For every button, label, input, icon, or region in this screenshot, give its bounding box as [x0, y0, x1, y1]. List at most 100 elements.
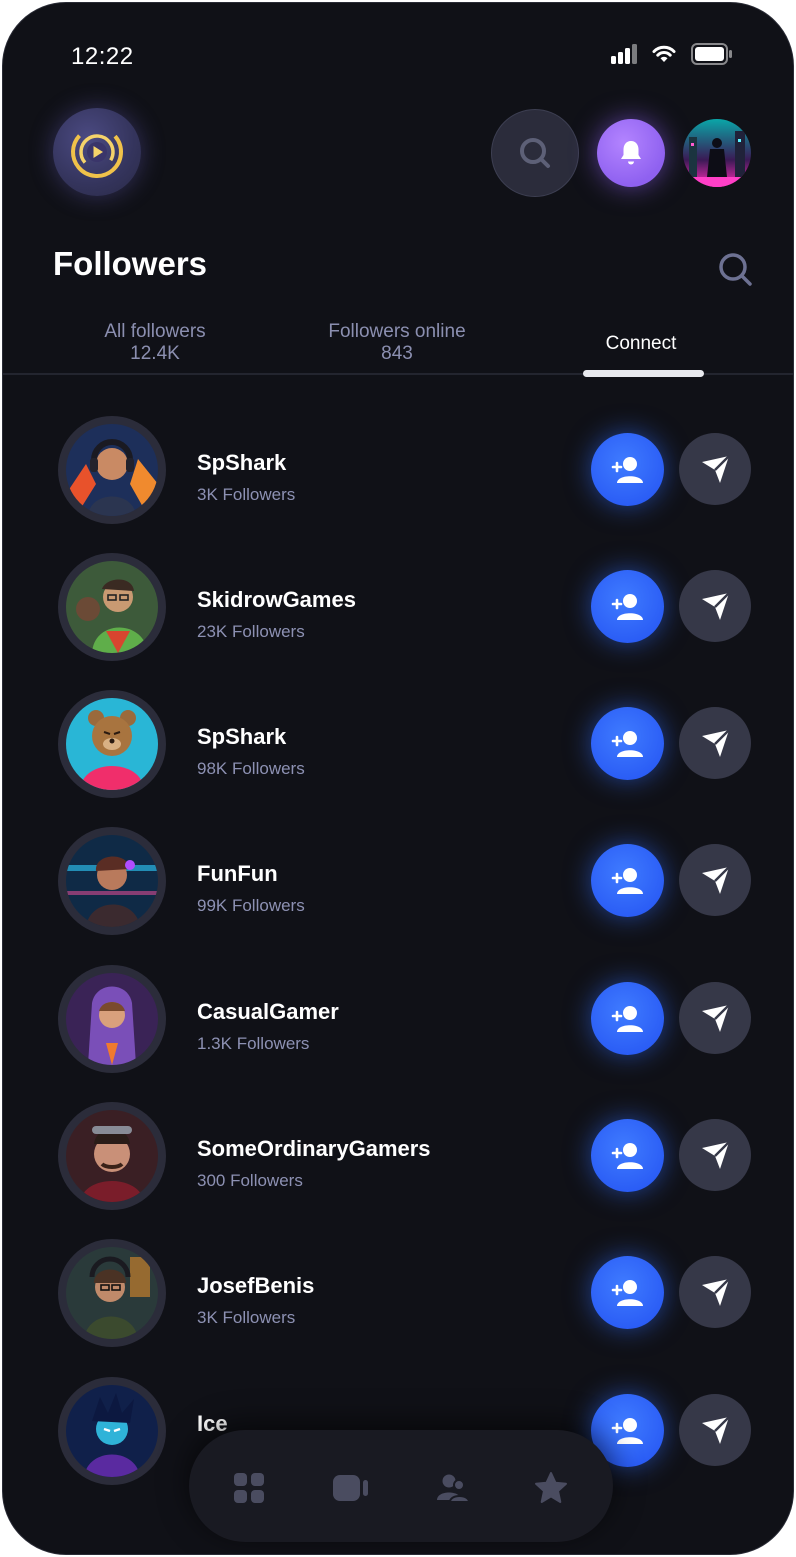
- user-followers: 1.3K Followers: [197, 1034, 310, 1053]
- bell-icon: [621, 141, 641, 165]
- header-search-button[interactable]: [491, 109, 579, 197]
- user-name: SomeOrdinaryGamers: [197, 1136, 431, 1161]
- send-message-button[interactable]: [679, 433, 751, 505]
- search-icon: [719, 253, 752, 286]
- active-tab-indicator: [583, 370, 704, 377]
- send-icon: [702, 1004, 730, 1032]
- tab-all-followers[interactable]: All followers 12.4K: [75, 321, 235, 365]
- add-user-icon: [611, 730, 643, 757]
- profile-avatar[interactable]: [683, 119, 751, 187]
- avatar-image: [66, 698, 158, 790]
- play-logo-icon: [71, 126, 123, 178]
- list-item: SpShark 98K Followers: [3, 690, 793, 800]
- list-item: CasualGamer 1.3K Followers: [3, 965, 793, 1075]
- avatar-image: [66, 973, 158, 1065]
- add-friend-button[interactable]: [591, 1119, 664, 1192]
- send-icon: [702, 1141, 730, 1169]
- user-followers: 99K Followers: [197, 896, 305, 915]
- user-name: SkidrowGames: [197, 587, 356, 612]
- status-time: 12:22: [71, 43, 134, 70]
- user-followers: 98K Followers: [197, 759, 305, 778]
- tab-count: 843: [381, 343, 413, 364]
- tab-label: All followers: [104, 321, 206, 342]
- avatar-image: [66, 1247, 158, 1339]
- add-user-icon: [611, 867, 643, 894]
- avatar[interactable]: [58, 1239, 166, 1347]
- user-followers: 300 Followers: [197, 1171, 303, 1190]
- send-message-button[interactable]: [679, 982, 751, 1054]
- avatar-image: [66, 1110, 158, 1202]
- user-followers: 3K Followers: [197, 485, 296, 504]
- avatar-image: [66, 424, 158, 516]
- avatar[interactable]: [58, 690, 166, 798]
- list-item: FunFun 99K Followers: [3, 827, 793, 937]
- add-friend-button[interactable]: [591, 570, 664, 643]
- phone-screen: 12:22 Followers All followers 12.4K Foll…: [2, 2, 794, 1555]
- battery-icon: [691, 43, 732, 65]
- tab-count: 12.4K: [130, 343, 180, 364]
- grid-icon: [234, 1473, 264, 1503]
- list-item: SkidrowGames 23K Followers: [3, 553, 793, 663]
- avatar[interactable]: [58, 416, 166, 524]
- add-user-icon: [611, 1417, 643, 1444]
- avatar-image: [66, 561, 158, 653]
- send-icon: [702, 455, 730, 483]
- send-icon: [702, 1416, 730, 1444]
- signal-icon: [611, 44, 637, 64]
- video-icon: [333, 1475, 368, 1501]
- send-icon: [702, 1278, 730, 1306]
- app-logo[interactable]: [53, 108, 141, 196]
- avatar[interactable]: [58, 965, 166, 1073]
- users-icon: [437, 1474, 470, 1503]
- send-icon: [702, 866, 730, 894]
- profile-avatar-image: [683, 119, 751, 187]
- tab-followers-online[interactable]: Followers online 843: [307, 321, 487, 365]
- add-friend-button[interactable]: [591, 982, 664, 1055]
- nav-item-followers[interactable]: [433, 1468, 473, 1508]
- avatar[interactable]: [58, 553, 166, 661]
- nav-item-home[interactable]: [229, 1468, 269, 1508]
- avatar[interactable]: [58, 1102, 166, 1210]
- add-friend-button[interactable]: [591, 844, 664, 917]
- followers-tabs: All followers 12.4K Followers online 843…: [3, 321, 793, 377]
- send-message-button[interactable]: [679, 570, 751, 642]
- send-message-button[interactable]: [679, 707, 751, 779]
- status-icons: [611, 43, 733, 65]
- search-icon: [520, 138, 550, 168]
- list-item: SpShark 3K Followers: [3, 416, 793, 526]
- add-friend-button[interactable]: [591, 433, 664, 506]
- send-message-button[interactable]: [679, 1394, 751, 1466]
- list-item: SomeOrdinaryGamers 300 Followers: [3, 1102, 793, 1212]
- send-icon: [702, 592, 730, 620]
- user-followers: 3K Followers: [197, 1308, 296, 1327]
- add-user-icon: [611, 456, 643, 483]
- add-friend-button[interactable]: [591, 1256, 664, 1329]
- user-followers: 23K Followers: [197, 622, 305, 641]
- add-user-icon: [611, 1005, 643, 1032]
- user-name: JosefBenis: [197, 1273, 315, 1298]
- send-message-button[interactable]: [679, 1119, 751, 1191]
- add-user-icon: [611, 1279, 643, 1306]
- tab-label: Followers online: [328, 321, 466, 342]
- star-icon: [535, 1472, 567, 1503]
- send-message-button[interactable]: [679, 844, 751, 916]
- avatar-image: [66, 1385, 158, 1477]
- followers-search-button[interactable]: [713, 247, 757, 291]
- wifi-icon: [652, 45, 676, 62]
- add-friend-button[interactable]: [591, 707, 664, 780]
- user-name: SpShark: [197, 724, 287, 749]
- user-name: SpShark: [197, 450, 287, 475]
- send-message-button[interactable]: [679, 1256, 751, 1328]
- user-name: CasualGamer: [197, 999, 339, 1024]
- tab-label: Connect: [605, 333, 677, 354]
- avatar[interactable]: [58, 1377, 166, 1485]
- notifications-button[interactable]: [597, 119, 665, 187]
- status-bar: 12:22: [3, 3, 793, 103]
- send-icon: [702, 729, 730, 757]
- list-item: JosefBenis 3K Followers: [3, 1239, 793, 1349]
- nav-item-videos[interactable]: [331, 1468, 371, 1508]
- tab-connect[interactable]: Connect: [581, 333, 701, 355]
- avatar-image: [66, 835, 158, 927]
- nav-item-favorites[interactable]: [531, 1468, 571, 1508]
- avatar[interactable]: [58, 827, 166, 935]
